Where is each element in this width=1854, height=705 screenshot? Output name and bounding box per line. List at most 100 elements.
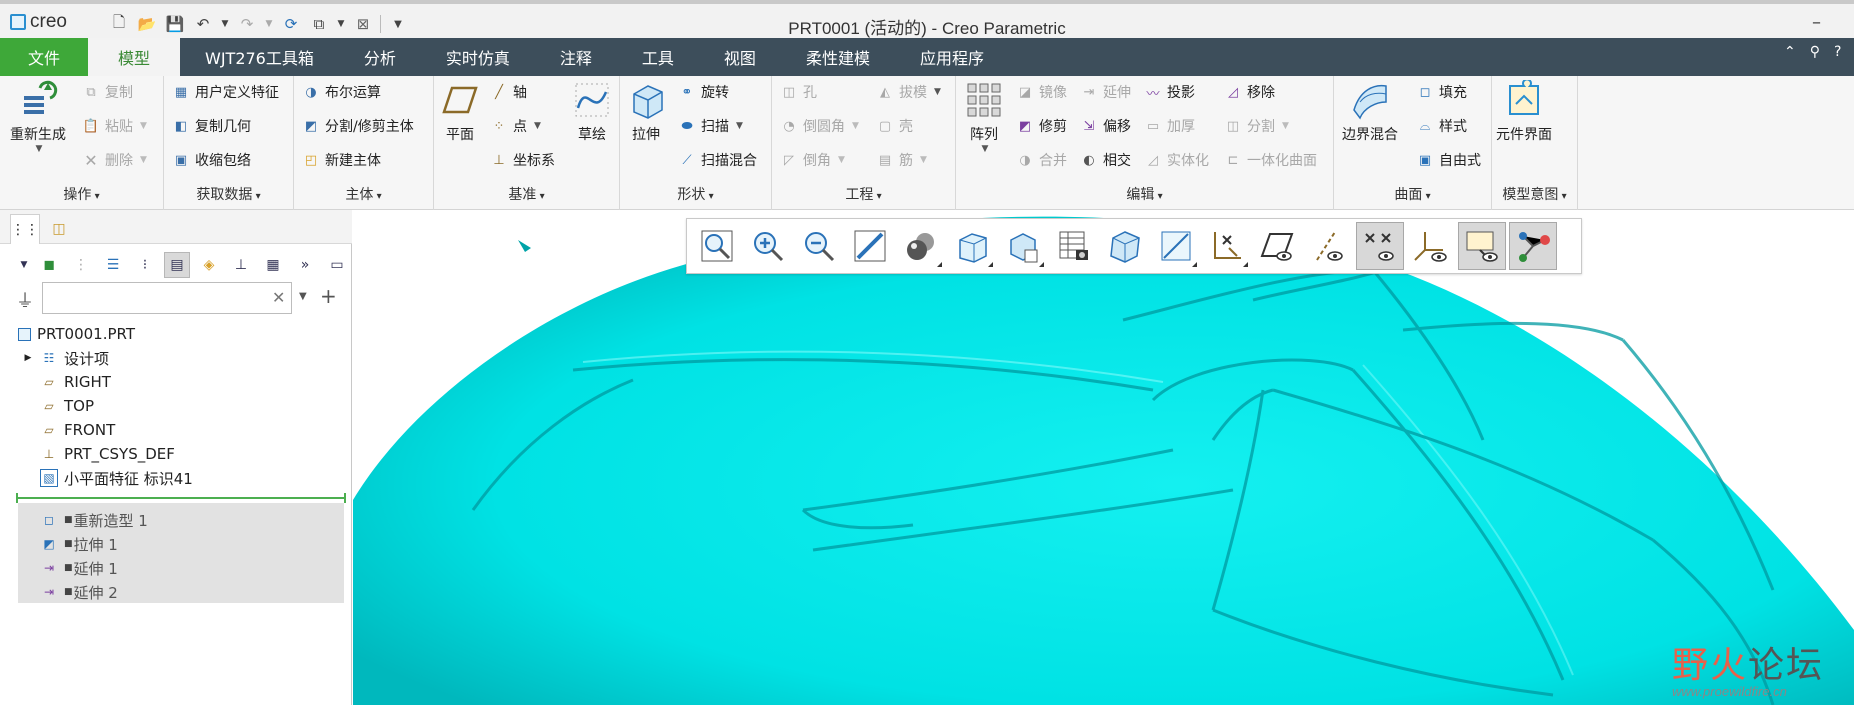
folder-browser-tab-icon[interactable]: ◫ — [44, 214, 74, 244]
thicken-button[interactable]: ▭ 加厚 — [1144, 114, 1195, 138]
group-editing-label[interactable]: 编辑 — [956, 184, 1333, 204]
paste-button[interactable]: 📋 粘贴 ▼ — [82, 114, 147, 138]
csys-button[interactable]: ⊥ 坐标系 — [490, 148, 555, 172]
tree-item-top[interactable]: ▱ TOP — [40, 394, 94, 418]
shrinkwrap-button[interactable]: ▣ 收缩包络 — [172, 148, 251, 172]
group-operations-label[interactable]: 操作 — [0, 184, 163, 204]
plane-button[interactable]: 平面 — [440, 80, 480, 144]
insert-here-marker[interactable] — [18, 497, 344, 499]
clear-search-icon[interactable]: ✕ — [272, 288, 285, 307]
group-shapes-label[interactable]: 形状 — [620, 184, 771, 204]
remove-button[interactable]: ◿ 移除 — [1224, 80, 1275, 104]
section-view-icon[interactable] — [1101, 222, 1149, 270]
boundary-blend-button[interactable]: 边界混合 — [1342, 80, 1398, 144]
group-model-intent-label[interactable]: 模型意图 — [1492, 184, 1577, 204]
sweep-button[interactable]: ⬬ 扫描 ▼ — [678, 114, 742, 138]
shell-button[interactable]: ▢ 壳 — [876, 114, 913, 138]
group-engineering-label[interactable]: 工程 — [772, 184, 955, 204]
tree-options-icon[interactable]: ▭ — [324, 252, 350, 278]
tree-item-front[interactable]: ▱ FRONT — [40, 418, 115, 442]
copy-button[interactable]: ⧉ 复制 — [82, 80, 133, 104]
tree-item-extend-1[interactable]: ⇥ ■ 延伸 1 — [40, 556, 118, 580]
tree-item-facet-feature[interactable]: ▧ 小平面特征 标识41 — [40, 466, 193, 490]
group-body-label[interactable]: 主体 — [294, 184, 433, 204]
tree-settings-icon[interactable]: ⊥ — [228, 252, 254, 278]
tab-view[interactable]: 视图 — [699, 38, 781, 76]
group-surfaces-label[interactable]: 曲面 — [1334, 184, 1491, 204]
tree-item-right[interactable]: ▱ RIGHT — [40, 370, 111, 394]
trim-button[interactable]: ◩ 修剪 — [1016, 114, 1067, 138]
collapse-ribbon-icon[interactable]: ⌃ — [1784, 44, 1796, 60]
split-trim-body-button[interactable]: ◩ 分割/修剪主体 — [302, 114, 414, 138]
component-interface-button[interactable]: 元件界面 — [1496, 80, 1552, 144]
mirror-button[interactable]: ◪ 镜像 — [1016, 80, 1067, 104]
paste-dropdown-icon[interactable]: ▼ — [140, 121, 147, 131]
pattern-button[interactable]: 阵列 ▼ — [964, 80, 1004, 154]
zoom-out-icon[interactable] — [795, 222, 843, 270]
view-manager-icon[interactable] — [999, 222, 1047, 270]
unify-surface-button[interactable]: ⊏ 一体化曲面 — [1224, 148, 1317, 172]
point-dropdown-icon[interactable]: ▼ — [534, 121, 541, 131]
merge-button[interactable]: ◑ 合并 — [1016, 148, 1067, 172]
tree-root-item[interactable]: PRT0001.PRT — [18, 322, 135, 346]
offset-button[interactable]: ⇲ 偏移 — [1080, 114, 1131, 138]
model-tree-search-input[interactable] — [42, 282, 292, 314]
swept-blend-button[interactable]: ⟋ 扫描混合 — [678, 148, 757, 172]
round-dropdown-icon[interactable]: ▼ — [852, 121, 859, 131]
csys-display-icon[interactable] — [1407, 222, 1455, 270]
regenerate-dropdown-icon[interactable]: ▼ — [36, 144, 43, 154]
split-button[interactable]: ◫ 分割 ▼ — [1224, 114, 1289, 138]
tab-file[interactable]: 文件 — [0, 38, 88, 76]
tree-item-extend-2[interactable]: ⇥ ■ 延伸 2 — [40, 580, 118, 604]
project-button[interactable]: 〰投影 — [1144, 80, 1195, 104]
datum-display-filters-icon[interactable] — [1203, 222, 1251, 270]
minimize-button[interactable]: – — [1812, 12, 1821, 33]
delete-dropdown-icon[interactable]: ▼ — [140, 155, 147, 165]
tab-applications[interactable]: 应用程序 — [895, 38, 1009, 76]
intersect-button[interactable]: ◐ 相交 — [1080, 148, 1131, 172]
point-display-icon[interactable] — [1356, 222, 1404, 270]
add-filter-icon[interactable]: + — [320, 284, 337, 308]
revolve-button[interactable]: ⚭ 旋转 — [678, 80, 729, 104]
filter-icon[interactable]: ⏚ — [16, 287, 34, 313]
regenerate-button[interactable]: 重新生成 ▼ — [10, 80, 66, 154]
expand-arrow-icon[interactable]: ▶ — [22, 349, 34, 367]
body-icon[interactable]: ◼ — [36, 252, 62, 278]
chamfer-dropdown-icon[interactable]: ▼ — [838, 155, 845, 165]
tree-filter-view-icon[interactable]: ▤ — [164, 252, 190, 278]
tree-item-csys[interactable]: ⊥ PRT_CSYS_DEF — [40, 442, 175, 466]
group-get-data-label[interactable]: 获取数据 — [164, 184, 293, 204]
tab-flexible-modeling[interactable]: 柔性建模 — [781, 38, 895, 76]
search-dropdown-icon[interactable]: ▼ — [299, 291, 307, 302]
pattern-dropdown-icon[interactable]: ▼ — [982, 144, 989, 154]
perspective-view-icon[interactable] — [1050, 222, 1098, 270]
sketch-button[interactable]: 草绘 — [572, 80, 612, 144]
expand-tree-icon[interactable]: ☰ — [100, 252, 126, 278]
draft-button[interactable]: ◭ 拔模 ▼ — [876, 80, 941, 104]
tree-columns-icon[interactable]: ⋮ — [68, 252, 94, 278]
annotation-display-icon[interactable] — [1152, 222, 1200, 270]
extend-button[interactable]: ⇥ 延伸 — [1080, 80, 1131, 104]
more-tools-icon[interactable]: » — [292, 252, 318, 278]
tree-item-restyle[interactable]: ◻ ■ 重新造型 1 — [40, 508, 148, 532]
new-body-button[interactable]: ◰ 新建主体 — [302, 148, 381, 172]
point-button[interactable]: ⁘ 点 ▼ — [490, 114, 541, 138]
boolean-button[interactable]: ◑ 布尔运算 — [302, 80, 381, 104]
graphics-area[interactable] — [353, 210, 1854, 705]
saved-orientations-icon[interactable] — [948, 222, 996, 270]
help-icon[interactable]: ? — [1834, 44, 1841, 60]
plane-display-icon[interactable] — [1254, 222, 1302, 270]
udf-button[interactable]: ▦ 用户定义特征 — [172, 80, 279, 104]
fill-button[interactable]: ◻ 填充 — [1416, 80, 1467, 104]
tree-item-extrude[interactable]: ◩ ■ 拉伸 1 — [40, 532, 118, 556]
style-button[interactable]: ⌓ 样式 — [1416, 114, 1467, 138]
delete-button[interactable]: ✕ 删除 ▼ — [82, 148, 147, 172]
tab-wjt276-toolbox[interactable]: WJT276工具箱 — [180, 38, 339, 76]
show-menu-dropdown-icon[interactable]: ▼ — [18, 252, 30, 278]
rib-dropdown-icon[interactable]: ▼ — [920, 155, 927, 165]
refit-icon[interactable] — [693, 222, 741, 270]
axis-display-icon[interactable] — [1305, 222, 1353, 270]
chamfer-button[interactable]: ◸ 倒角 ▼ — [780, 148, 845, 172]
zoom-in-icon[interactable] — [744, 222, 792, 270]
tab-tools[interactable]: 工具 — [617, 38, 699, 76]
